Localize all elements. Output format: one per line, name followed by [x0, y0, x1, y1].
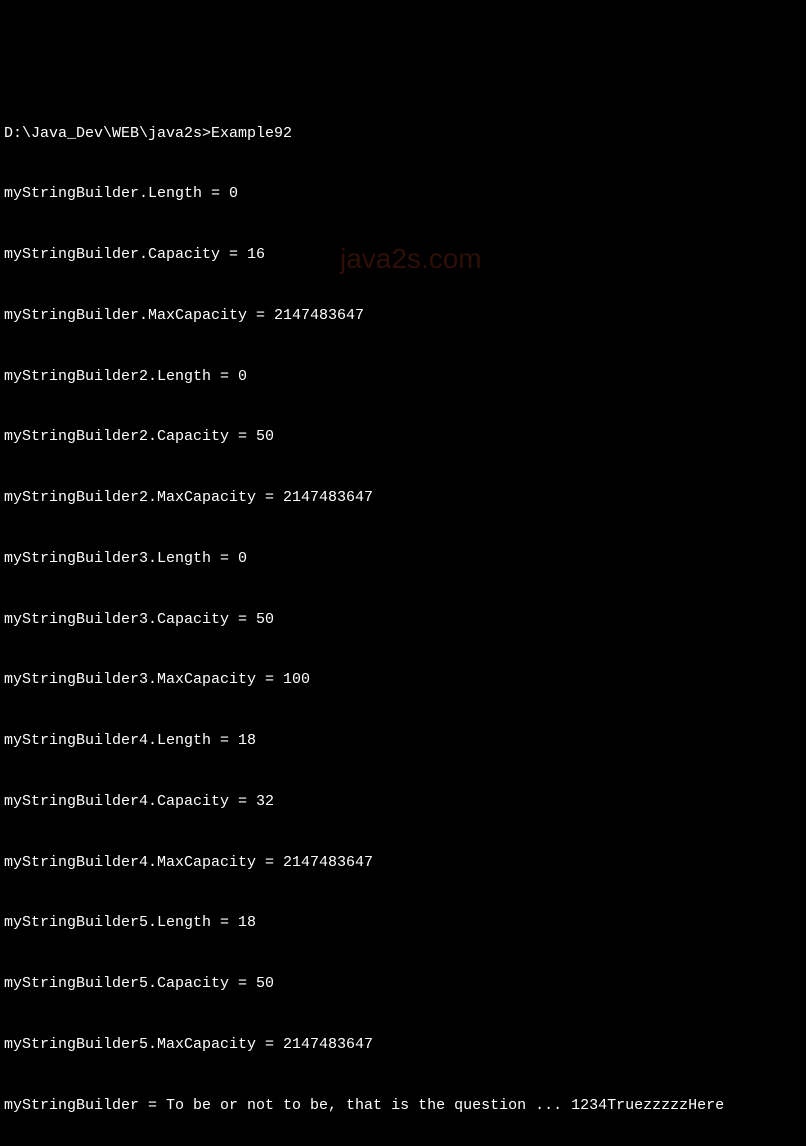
output-line: myStringBuilder4.Length = 18	[4, 731, 802, 751]
output-line: myStringBuilder.Capacity = 16	[4, 245, 802, 265]
output-line: myStringBuilder = To be or not to be, th…	[4, 1096, 802, 1116]
output-line: myStringBuilder5.Length = 18	[4, 913, 802, 933]
output-line: myStringBuilder2.Capacity = 50	[4, 427, 802, 447]
output-line: myStringBuilder.MaxCapacity = 2147483647	[4, 306, 802, 326]
console-output: D:\Java_Dev\WEB\java2s>Example92 myStrin…	[4, 83, 802, 1146]
output-line: myStringBuilder3.Capacity = 50	[4, 610, 802, 630]
output-line: myStringBuilder2.MaxCapacity = 214748364…	[4, 488, 802, 508]
output-line: myStringBuilder4.MaxCapacity = 214748364…	[4, 853, 802, 873]
output-line: myStringBuilder3.Length = 0	[4, 549, 802, 569]
output-line: myStringBuilder2.Length = 0	[4, 367, 802, 387]
output-line: myStringBuilder5.Capacity = 50	[4, 974, 802, 994]
command-prompt: D:\Java_Dev\WEB\java2s>Example92	[4, 124, 802, 144]
output-line: myStringBuilder.Length = 0	[4, 184, 802, 204]
output-line: myStringBuilder3.MaxCapacity = 100	[4, 670, 802, 690]
output-line: myStringBuilder5.MaxCapacity = 214748364…	[4, 1035, 802, 1055]
output-line: myStringBuilder4.Capacity = 32	[4, 792, 802, 812]
